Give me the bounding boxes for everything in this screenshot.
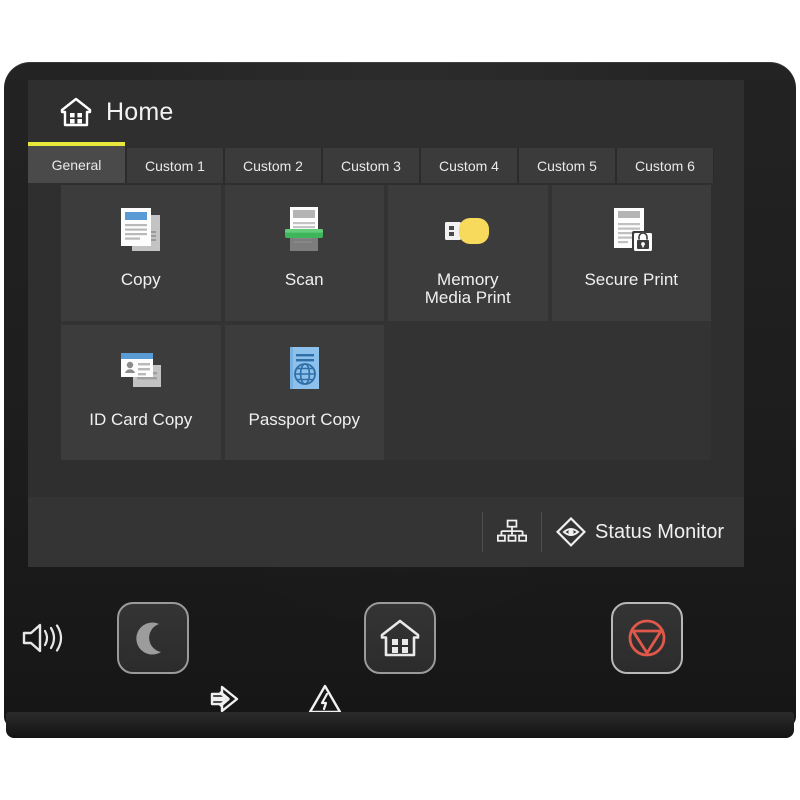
tile-label: Memory Media Print	[388, 270, 548, 308]
id-card-icon	[108, 339, 174, 405]
tab-active-indicator	[28, 142, 125, 146]
tab-custom-1[interactable]: Custom 1	[126, 148, 224, 183]
tile-id-card-copy[interactable]: ID Card Copy	[61, 324, 221, 460]
tab-label: Custom 5	[537, 157, 597, 174]
tile-label-line1: Memory	[437, 270, 499, 289]
tile-label: Copy	[120, 270, 161, 289]
home-house-icon	[380, 619, 420, 657]
status-monitor-label: Status Monitor	[595, 520, 724, 543]
touchscreen-display[interactable]: Home General Custom 1 Custom 2 Custom 3 …	[28, 80, 744, 567]
tile-label: ID Card Copy	[89, 409, 193, 429]
copy-documents-icon	[108, 199, 174, 265]
tab-label: Custom 2	[243, 157, 303, 174]
network-lan-icon[interactable]	[485, 510, 539, 554]
printer-control-panel: Home General Custom 1 Custom 2 Custom 3 …	[0, 0, 800, 800]
tab-custom-5[interactable]: Custom 5	[518, 148, 616, 183]
tile-copy[interactable]: Copy	[61, 185, 221, 321]
usb-drive-icon	[435, 199, 501, 265]
tile-secure-print[interactable]: Secure Print	[551, 185, 711, 321]
tile-label-line2: Media Print	[424, 288, 511, 308]
tile-empty-slot	[388, 324, 548, 460]
speaker-volume-icon	[22, 623, 63, 653]
tab-custom-3[interactable]: Custom 3	[322, 148, 420, 183]
home-button[interactable]	[364, 602, 436, 674]
tab-label: Custom 4	[439, 157, 499, 174]
screen-header: Home	[28, 80, 744, 144]
stop-triangle-icon	[628, 619, 666, 657]
device-bottom-lip	[6, 712, 794, 738]
data-indicator-icon	[210, 685, 239, 713]
tile-label: Scan	[284, 270, 324, 289]
tile-label: Secure Print	[584, 270, 679, 289]
status-bar-divider	[482, 512, 484, 552]
document-lock-icon	[598, 199, 664, 265]
tab-general[interactable]: General	[28, 142, 126, 183]
tab-bar: General Custom 1 Custom 2 Custom 3 Custo…	[28, 142, 744, 183]
energy-saver-button[interactable]	[117, 602, 189, 674]
tile-empty-slot	[551, 324, 711, 460]
function-tile-grid: Copy Scan Memory Media Print Secure Prin…	[61, 185, 711, 460]
passport-icon	[271, 339, 337, 405]
tile-scan[interactable]: Scan	[224, 185, 384, 321]
tile-memory-media-print[interactable]: Memory Media Print	[388, 185, 548, 321]
tab-label: Custom 3	[341, 157, 401, 174]
tile-label: Passport Copy	[248, 409, 361, 429]
screen-status-bar: Status Monitor	[28, 497, 744, 567]
status-bar-divider	[541, 512, 543, 552]
page-title: Home	[106, 97, 174, 126]
crescent-moon-icon	[136, 622, 161, 655]
stop-button[interactable]	[611, 602, 683, 674]
tab-label: Custom 1	[145, 157, 205, 174]
home-icon	[60, 97, 92, 127]
tab-custom-6[interactable]: Custom 6	[616, 148, 714, 183]
tab-label: Custom 6	[635, 157, 695, 174]
tab-custom-4[interactable]: Custom 4	[420, 148, 518, 183]
scanner-icon	[271, 199, 337, 265]
tab-label: General	[51, 156, 102, 173]
tile-passport-copy[interactable]: Passport Copy	[224, 324, 384, 460]
status-monitor-button[interactable]: Status Monitor	[544, 510, 734, 554]
status-monitor-eye-icon	[556, 517, 587, 547]
tab-custom-2[interactable]: Custom 2	[224, 148, 322, 183]
error-indicator-icon	[308, 684, 342, 714]
